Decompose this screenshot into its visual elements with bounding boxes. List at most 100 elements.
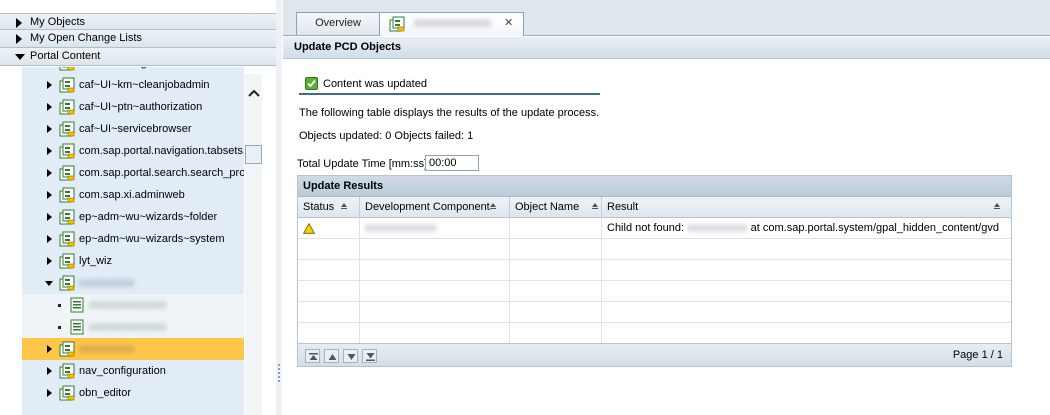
tree-item[interactable]: ep~adm~wu~wizards~folder [22, 206, 244, 228]
expand-arrow-icon[interactable] [47, 125, 52, 133]
section-my-open-change-lists[interactable]: My Open Change Lists [0, 30, 277, 48]
bullet-icon [58, 304, 61, 307]
sort-icon[interactable] [341, 203, 347, 209]
next-page-button[interactable] [343, 349, 358, 363]
table-cell [360, 281, 510, 302]
editor-panel: Overview xxxxxxxxxxxxxx ✕ Update PCD Obj… [283, 0, 1050, 415]
total-time-field[interactable] [425, 155, 479, 171]
package-icon [59, 363, 75, 379]
next-page-icon [347, 354, 356, 360]
package-icon [59, 385, 75, 401]
table-cell [360, 323, 510, 344]
column-header-result[interactable]: Result [602, 197, 1011, 218]
tree-item[interactable]: com.sap.portal.navigation.tabsets. [22, 140, 244, 162]
expand-arrow-icon[interactable] [47, 147, 52, 155]
close-tab-icon[interactable]: ✕ [504, 13, 513, 34]
sort-icon[interactable] [994, 203, 1000, 209]
time-label: Total Update Time [mm:ss] [297, 158, 428, 170]
scrollbar-thumb[interactable] [245, 145, 262, 164]
table-row[interactable] [298, 323, 1011, 344]
expand-arrow-icon[interactable] [47, 103, 52, 111]
table-pager: Page 1 / 1 [298, 343, 1011, 366]
redacted-object: xxxxxxxxxxx [687, 222, 748, 234]
tree-item[interactable]: xxxxxxxxxxxxxx [22, 316, 244, 338]
previous-page-icon [328, 354, 337, 360]
checkmark-icon [305, 77, 318, 90]
table-row[interactable]: xxxxxxxxxxxxx Child not found: xxxxxxxxxx… [298, 218, 1011, 239]
tree-item[interactable]: nav_configuration [22, 360, 244, 382]
tree-item-label: com.sap.xi.adminweb [79, 189, 185, 201]
tree-item[interactable]: caf~UI~km~cleanjobadmin [22, 74, 244, 96]
portal-content-tree: caf~UI~configuration caf~UI~km~cleanjobad… [22, 67, 244, 415]
redacted-tab-label: xxxxxxxxxxxxxx [414, 17, 491, 29]
package-icon [59, 253, 75, 269]
table-cell [602, 281, 1011, 302]
table-cell [602, 323, 1011, 344]
bullet-icon [58, 326, 61, 329]
tree-item[interactable]: caf~UI~ptn~authorization [22, 96, 244, 118]
first-page-button[interactable] [305, 349, 320, 363]
table-cell [602, 302, 1011, 323]
expand-arrow-icon[interactable] [47, 345, 52, 353]
tab-label: Overview [315, 17, 361, 29]
table-row[interactable] [298, 302, 1011, 323]
tree-item[interactable]: com.sap.portal.search.search_pro [22, 162, 244, 184]
table-row[interactable] [298, 239, 1011, 260]
splitter-grip-icon[interactable] [278, 364, 280, 382]
tree-item[interactable]: obn_editor [22, 382, 244, 404]
tree-item-label: nav_configuration [79, 365, 166, 377]
warning-icon [302, 222, 316, 234]
tab-active-object[interactable]: xxxxxxxxxxxxxx ✕ [379, 12, 524, 36]
tree-item-label: lyt_wiz [79, 255, 113, 267]
section-portal-content[interactable]: Portal Content [0, 48, 277, 66]
expand-arrow-icon[interactable] [47, 389, 52, 397]
object-icon [70, 319, 84, 335]
tree-item[interactable]: com.sap.xi.adminweb [22, 184, 244, 206]
tree-item[interactable]: lyt_wiz [22, 250, 244, 272]
tree-item[interactable]: caf~UI~servicebrowser [22, 118, 244, 140]
table-cell [360, 239, 510, 260]
expand-arrow-icon[interactable] [47, 367, 52, 375]
tree-item-label: com.sap.portal.navigation.tabsets. [79, 145, 244, 157]
tree-item[interactable]: xxxxxxxxxxxxxx [22, 294, 244, 316]
redacted-component: xxxxxxxxxxxxx [365, 222, 437, 234]
scroll-up-icon[interactable] [248, 88, 260, 98]
expand-arrow-icon[interactable] [47, 191, 52, 199]
column-header-object-name[interactable]: Object Name [510, 197, 602, 218]
tree-item[interactable]: caf~UI~configuration [22, 67, 244, 74]
collapse-arrow-icon[interactable] [45, 281, 53, 286]
tree-item[interactable]: ep~adm~wu~wizards~system [22, 228, 244, 250]
sort-icon[interactable] [490, 203, 496, 209]
table-row[interactable] [298, 281, 1011, 302]
tree-item[interactable]: xxxxxxxxxx [22, 338, 244, 360]
panel-splitter[interactable] [276, 0, 282, 415]
tree-item[interactable]: xxxxxxxxxx [22, 272, 244, 294]
column-header-development-component[interactable]: Development Component [360, 197, 510, 218]
tree-item-label: caf~UI~configuration [79, 67, 181, 74]
table-row[interactable] [298, 260, 1011, 281]
object-icon [70, 297, 84, 313]
last-page-button[interactable] [362, 349, 377, 363]
sort-icon[interactable] [592, 203, 598, 209]
first-page-icon [309, 353, 318, 360]
package-icon [59, 143, 75, 159]
column-header-status[interactable]: Status [298, 197, 360, 218]
page-title: Update PCD Objects [283, 37, 1050, 59]
expand-arrow-icon[interactable] [47, 81, 52, 89]
expand-arrow-icon[interactable] [47, 169, 52, 177]
summary-text: Objects updated: 0 Objects failed: 1 [299, 130, 474, 142]
expand-arrow-icon[interactable] [47, 213, 52, 221]
tree-item-label: caf~UI~ptn~authorization [79, 101, 203, 113]
previous-page-button[interactable] [324, 349, 339, 363]
expand-arrow-icon[interactable] [47, 235, 52, 243]
table-cell [510, 302, 602, 323]
table-cell [298, 239, 360, 260]
page-indicator: Page 1 / 1 [952, 349, 1003, 361]
package-icon [59, 77, 75, 93]
section-my-objects[interactable]: My Objects [0, 13, 277, 30]
tree-scrollbar[interactable] [245, 74, 262, 415]
table-cell [510, 260, 602, 281]
package-icon [59, 209, 75, 225]
tab-overview[interactable]: Overview [296, 12, 380, 35]
expand-arrow-icon[interactable] [47, 257, 52, 265]
